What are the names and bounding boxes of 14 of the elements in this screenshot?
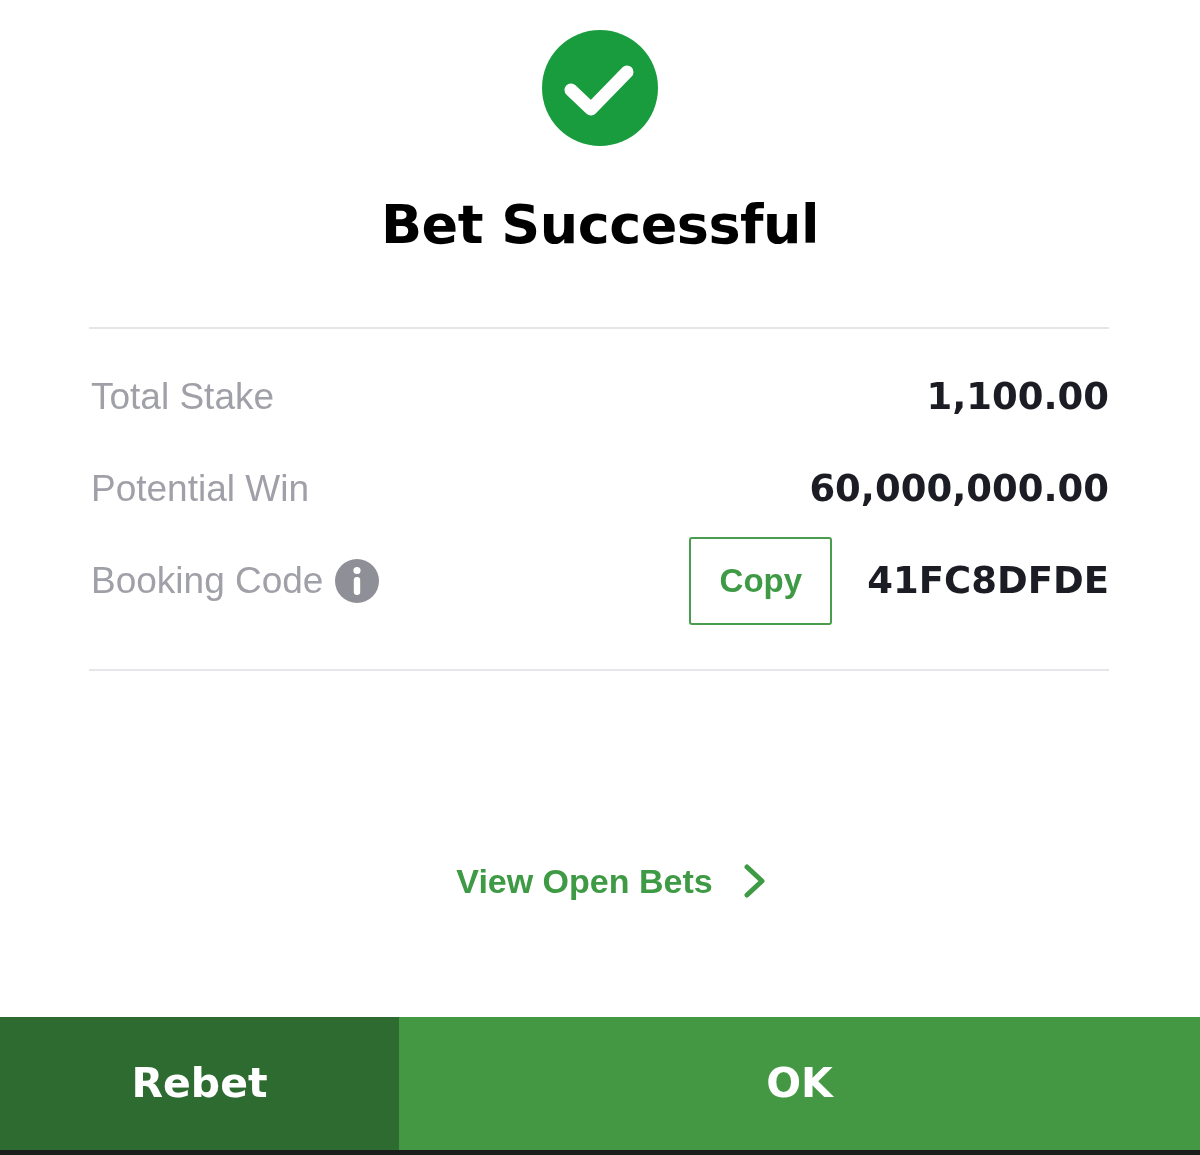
summary-label: Potential Win xyxy=(90,467,309,512)
summary-value: 60,000,000.00 xyxy=(809,466,1109,513)
summary-value: 1,100.00 xyxy=(926,374,1109,421)
summary-label: Total Stake xyxy=(90,375,275,420)
rebet-button[interactable]: Rebet xyxy=(0,1017,399,1150)
info-icon[interactable] xyxy=(335,559,380,603)
copy-button[interactable]: Copy xyxy=(689,537,833,625)
success-check-icon xyxy=(542,30,658,146)
summary-value: 41FC8DFDE xyxy=(867,558,1109,605)
summary-label: Booking Code xyxy=(90,559,324,604)
chevron-right-icon xyxy=(742,864,766,898)
ok-button[interactable]: OK xyxy=(399,1017,1200,1150)
view-open-bets-link[interactable]: View Open Bets xyxy=(434,861,766,901)
dialog-title: Bet Successful xyxy=(380,193,820,257)
